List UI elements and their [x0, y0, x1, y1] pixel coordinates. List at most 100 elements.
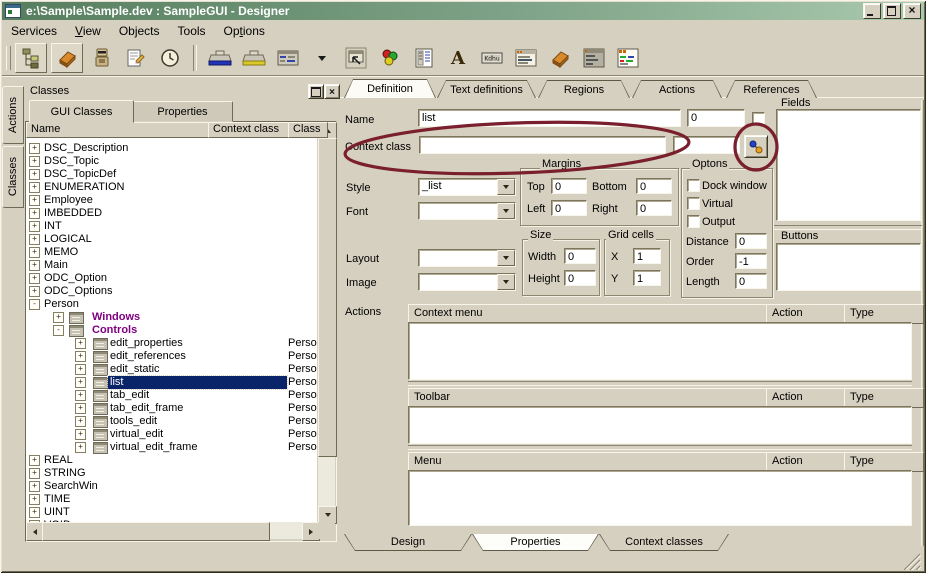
image-combo[interactable] — [418, 273, 516, 291]
tree-item-odc-options[interactable]: +ODC_Options — [26, 285, 317, 298]
eraser-icon[interactable] — [51, 43, 83, 73]
expand-icon[interactable]: + — [75, 403, 86, 414]
tree-item-tab-edit[interactable]: +tab_editPerso — [26, 389, 317, 402]
expand-icon[interactable]: + — [75, 442, 86, 453]
expand-icon[interactable]: + — [75, 351, 86, 362]
expand-icon[interactable]: + — [29, 468, 40, 479]
tree-item-windows[interactable]: +Windows — [26, 311, 317, 324]
tab-regions[interactable]: Regions — [538, 80, 630, 98]
chevron-down-icon[interactable] — [497, 250, 515, 266]
expand-icon[interactable]: + — [29, 156, 40, 167]
expand-icon[interactable]: + — [29, 182, 40, 193]
drawer-blue-icon[interactable] — [205, 44, 235, 72]
table-header-context-menu[interactable]: Context menu — [408, 304, 778, 324]
grid-y-input[interactable]: 1 — [633, 270, 661, 286]
order-input[interactable]: -1 — [735, 253, 767, 269]
table-splitter[interactable] — [408, 381, 912, 386]
h-scroll-thumb[interactable] — [42, 522, 270, 541]
height-input[interactable]: 0 — [564, 270, 596, 286]
collapse-icon[interactable]: - — [53, 325, 64, 336]
expand-icon[interactable]: + — [75, 416, 86, 427]
margin-bottom-input[interactable]: 0 — [636, 178, 672, 194]
width-input[interactable]: 0 — [564, 248, 596, 264]
fields-list[interactable] — [776, 109, 921, 221]
table-header-action[interactable]: Action — [766, 452, 856, 472]
context-class-input[interactable] — [419, 136, 666, 154]
edit-document-icon[interactable] — [121, 44, 151, 72]
eraser-2-icon[interactable] — [545, 44, 575, 72]
tree-item-time[interactable]: +TIME — [26, 493, 317, 506]
table-header-toolbar[interactable]: Toolbar — [408, 388, 778, 408]
tree-item-dsc-description[interactable]: +DSC_Description — [26, 142, 317, 155]
maximize-icon[interactable] — [883, 3, 901, 19]
tree-item-edit-properties[interactable]: +edit_propertiesPerso — [26, 337, 317, 350]
tree-item-int[interactable]: +INT — [26, 220, 317, 233]
assistant-icon[interactable] — [87, 44, 117, 72]
tree-item-edit-references[interactable]: +edit_referencesPerso — [26, 350, 317, 363]
menu-item-objects[interactable]: Objects — [110, 22, 169, 40]
toolbar-table-body[interactable] — [408, 406, 912, 444]
tree-item-controls[interactable]: -Controls — [26, 324, 317, 337]
tree-item-person[interactable]: -Person — [26, 298, 317, 311]
tab-gui-classes[interactable]: GUI Classes — [29, 100, 134, 123]
side-tab-actions[interactable]: Actions — [2, 86, 24, 144]
context-class-secondary-input[interactable] — [673, 136, 740, 154]
style-combo[interactable]: _list — [418, 178, 516, 196]
expand-icon[interactable]: + — [75, 429, 86, 440]
margin-top-input[interactable]: 0 — [551, 178, 587, 194]
window-rows-icon[interactable] — [579, 44, 609, 72]
table-header-menu[interactable]: Menu — [408, 452, 778, 472]
form-link-icon[interactable] — [341, 44, 371, 72]
tree-item-dsc-topicdef[interactable]: +DSC_TopicDef — [26, 168, 317, 181]
form-combo-icon[interactable] — [273, 44, 303, 72]
menu-item-tools[interactable]: Tools — [169, 22, 215, 40]
expand-icon[interactable]: + — [29, 195, 40, 206]
toolbar-drag-handle[interactable] — [6, 46, 11, 70]
menu-table-body[interactable] — [408, 470, 912, 526]
buttons-list[interactable] — [776, 243, 921, 291]
tree-item-dsc-topic[interactable]: +DSC_Topic — [26, 155, 317, 168]
expand-icon[interactable]: + — [75, 364, 86, 375]
chevron-down-icon[interactable] — [497, 274, 515, 290]
drawer-yellow-icon[interactable] — [239, 44, 269, 72]
tree-item-real[interactable]: +REAL — [26, 454, 317, 467]
table-header-action[interactable]: Action — [766, 304, 856, 324]
tree-item-edit-static[interactable]: +edit_staticPerso — [26, 363, 317, 376]
expand-icon[interactable]: + — [29, 455, 40, 466]
hierarchy-icon[interactable] — [15, 43, 47, 73]
expand-icon[interactable]: + — [29, 143, 40, 154]
menu-item-options[interactable]: Options — [215, 22, 274, 40]
tree-item-virtual-edit[interactable]: +virtual_editPerso — [26, 428, 317, 441]
button-sample-icon[interactable]: Kdhu — [477, 44, 507, 72]
name-checkbox[interactable] — [752, 112, 765, 125]
expand-icon[interactable]: + — [29, 507, 40, 518]
name-number-input[interactable]: 0 — [687, 109, 745, 127]
classes-tree[interactable]: +DSC_Description+DSC_Topic+DSC_TopicDef+… — [26, 136, 317, 522]
report-icon[interactable] — [409, 44, 439, 72]
name-input[interactable]: list — [418, 109, 681, 127]
v-scroll-thumb[interactable] — [318, 138, 337, 457]
bottom-tab-design[interactable]: Design — [344, 534, 472, 551]
expand-icon[interactable]: + — [29, 208, 40, 219]
context-class-picker-button[interactable] — [744, 135, 768, 158]
combo-arrow-icon[interactable] — [307, 44, 337, 72]
tree-item-tab-edit-frame[interactable]: +tab_edit_framePerso — [26, 402, 317, 415]
context-menu-table-body[interactable] — [408, 322, 912, 380]
close-icon[interactable] — [903, 3, 921, 19]
table-header-action[interactable]: Action — [766, 388, 856, 408]
expand-icon[interactable]: + — [29, 494, 40, 505]
resize-grip[interactable] — [902, 552, 922, 570]
tree-item-enumeration[interactable]: +ENUMERATION — [26, 181, 317, 194]
tree-item-logical[interactable]: +LOGICAL — [26, 233, 317, 246]
grid-x-input[interactable]: 1 — [633, 248, 661, 264]
menu-item-services[interactable]: Services — [2, 22, 66, 40]
expand-icon[interactable]: + — [29, 247, 40, 258]
margin-right-input[interactable]: 0 — [636, 200, 672, 216]
tree-item-list[interactable]: +listPerso — [26, 376, 317, 389]
expand-icon[interactable]: + — [29, 221, 40, 232]
distance-input[interactable]: 0 — [735, 233, 767, 249]
expand-icon[interactable]: + — [29, 260, 40, 271]
chevron-down-icon[interactable] — [497, 179, 515, 195]
virtual-checkbox[interactable] — [687, 197, 700, 210]
tab-actions[interactable]: Actions — [632, 80, 722, 98]
